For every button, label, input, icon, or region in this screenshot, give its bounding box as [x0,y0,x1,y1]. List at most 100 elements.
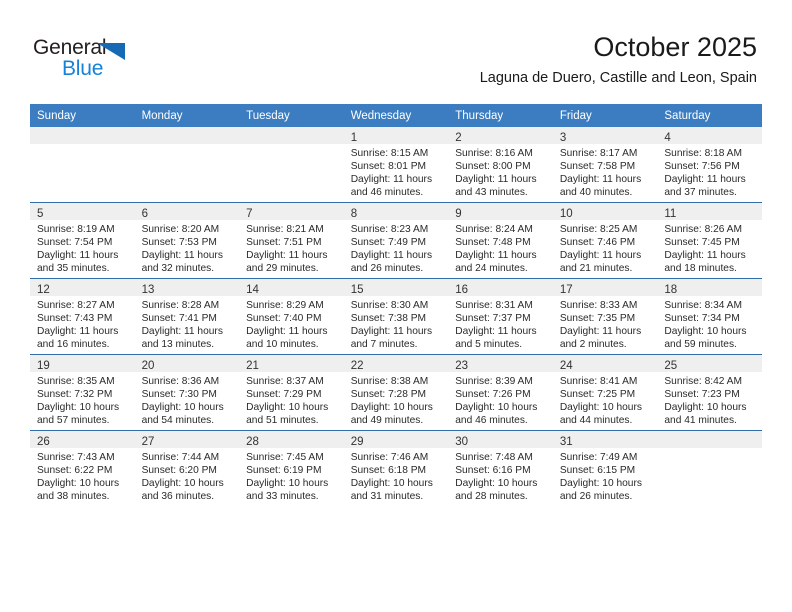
daylight-text-line2: and 54 minutes. [141,414,215,426]
sunrise-text: Sunrise: 8:29 AM [246,300,324,311]
calendar-day-cell[interactable]: 21 Sunrise: 8:37 AM Sunset: 7:29 PM Dayligh… [239,354,344,431]
day-number-band: 27 [134,431,240,448]
page-title: October 2025 [593,32,757,62]
calendar-day-cell-empty [657,430,762,506]
calendar-day-cell[interactable]: 10 Sunrise: 8:25 AM Sunset: 7:46 PM Dayligh… [552,202,658,279]
calendar-day-cell[interactable]: 31 Sunrise: 7:49 AM Sunset: 6:15 PM Dayligh… [552,430,658,506]
day-details: Sunrise: 8:19 AM Sunset: 7:54 PM Daylight:… [30,220,135,276]
day-number-band: 23 [448,355,553,372]
weekday-header-saturday: Saturday [657,104,762,127]
day-details: Sunrise: 8:21 AM Sunset: 7:51 PM Daylight:… [239,220,344,276]
calendar-day-cell[interactable]: 14 Sunrise: 8:29 AM Sunset: 7:40 PM Dayligh… [239,278,344,355]
calendar-day-cell[interactable]: 27 Sunrise: 7:44 AM Sunset: 6:20 PM Dayligh… [134,430,240,506]
calendar-day-cell[interactable]: 5 Sunrise: 8:19 AM Sunset: 7:54 PM Daylight… [30,202,135,279]
sunrise-text: Sunrise: 7:49 AM [559,452,638,463]
daylight-text-line2: and 28 minutes. [455,490,528,502]
calendar-day-cell[interactable]: 11 Sunrise: 8:26 AM Sunset: 7:45 PM Dayligh… [657,202,762,279]
calendar-day-cell[interactable]: 18 Sunrise: 8:34 AM Sunset: 7:34 PM Dayligh… [657,278,762,355]
daylight-text-line1: Daylight: 10 hours [37,401,120,413]
calendar-day-cell[interactable]: 6 Sunrise: 8:20 AM Sunset: 7:53 PM Daylight… [134,202,240,279]
calendar-day-cell[interactable]: 29 Sunrise: 7:46 AM Sunset: 6:18 PM Dayligh… [343,430,449,506]
sunrise-text: Sunrise: 8:36 AM [141,376,220,387]
day-details: Sunrise: 8:27 AM Sunset: 7:43 PM Daylight:… [30,296,135,352]
calendar-day-cell[interactable]: 2 Sunrise: 8:16 AM Sunset: 8:00 PM Daylight… [448,127,553,203]
daylight-text-line1: Daylight: 11 hours [664,249,746,261]
daylight-text-line1: Daylight: 11 hours [246,325,328,337]
daylight-text-line2: and 5 minutes. [455,338,523,350]
weekday-header-thursday: Thursday [448,104,553,127]
calendar-day-cell[interactable]: 24 Sunrise: 8:41 AM Sunset: 7:25 PM Dayligh… [552,354,658,431]
calendar-day-cell[interactable]: 8 Sunrise: 8:23 AM Sunset: 7:49 PM Daylight… [343,202,449,279]
day-number-band: 22 [343,355,449,372]
calendar-day-cell[interactable]: 3 Sunrise: 8:17 AM Sunset: 7:58 PM Daylight… [552,127,658,203]
daylight-text-line2: and 59 minutes. [664,338,737,350]
day-details: Sunrise: 8:24 AM Sunset: 7:48 PM Daylight:… [448,220,553,276]
day-number-band: 16 [448,279,553,296]
sunset-text: Sunset: 7:29 PM [246,388,322,400]
day-number-band: 3 [552,127,658,144]
day-number-band: 25 [657,355,762,372]
day-details: Sunrise: 7:45 AM Sunset: 6:19 PM Daylight:… [239,448,344,504]
day-number: 8 [350,208,358,220]
day-number-band: 26 [30,431,135,448]
day-number: 31 [559,436,573,448]
calendar-week-row: 19 Sunrise: 8:35 AM Sunset: 7:32 PM Dayligh… [30,354,762,431]
sunset-text: Sunset: 7:28 PM [350,388,427,400]
calendar-day-cell[interactable]: 17 Sunrise: 8:33 AM Sunset: 7:35 PM Dayligh… [552,278,658,355]
day-number: 27 [141,436,155,448]
sunrise-text: Sunrise: 8:27 AM [37,300,115,311]
day-details: Sunrise: 8:23 AM Sunset: 7:49 PM Daylight:… [344,220,449,276]
day-details: Sunrise: 8:18 AM Sunset: 7:56 PM Daylight:… [657,144,762,200]
daylight-text-line1: Daylight: 10 hours [455,401,538,413]
calendar-day-cell[interactable]: 12 Sunrise: 8:27 AM Sunset: 7:43 PM Dayligh… [30,278,135,355]
calendar-day-cell[interactable]: 15 Sunrise: 8:30 AM Sunset: 7:38 PM Dayligh… [343,278,449,355]
daylight-text-line1: Daylight: 10 hours [246,401,329,413]
calendar-week-row: 12 Sunrise: 8:27 AM Sunset: 7:43 PM Dayligh… [30,278,762,355]
day-number: 28 [246,436,259,448]
daylight-text-line1: Daylight: 11 hours [455,325,537,337]
daylight-text-line2: and 26 minutes. [350,262,424,274]
sunset-text: Sunset: 7:43 PM [37,312,113,324]
day-number-band [134,127,240,144]
daylight-text-line2: and 36 minutes. [141,490,215,502]
weekday-header-row: Sunday Monday Tuesday Wednesday Thursday… [30,104,762,127]
weekday-header-sunday: Sunday [30,104,135,127]
calendar-day-cell[interactable]: 16 Sunrise: 8:31 AM Sunset: 7:37 PM Dayligh… [448,278,553,355]
daylight-text-line1: Daylight: 11 hours [664,173,746,185]
calendar-day-cell[interactable]: 4 Sunrise: 8:18 AM Sunset: 7:56 PM Daylight… [657,127,762,203]
calendar-day-cell[interactable]: 20 Sunrise: 8:36 AM Sunset: 7:30 PM Dayligh… [134,354,240,431]
daylight-text-line1: Daylight: 10 hours [350,401,433,413]
calendar-week-row: 1 Sunrise: 8:15 AM Sunset: 8:01 PM Daylight… [30,127,762,203]
day-number-band: 2 [448,127,553,144]
calendar-day-cell[interactable]: 22 Sunrise: 8:38 AM Sunset: 7:28 PM Dayligh… [343,354,449,431]
calendar-day-cell[interactable]: 26 Sunrise: 7:43 AM Sunset: 6:22 PM Dayligh… [30,430,135,506]
sunrise-text: Sunrise: 8:42 AM [664,376,742,387]
sunrise-text: Sunrise: 8:23 AM [350,224,429,235]
calendar-day-cell[interactable]: 9 Sunrise: 8:24 AM Sunset: 7:48 PM Daylight… [448,202,553,279]
sunrise-text: Sunrise: 8:39 AM [455,376,533,387]
sunset-text: Sunset: 6:16 PM [455,464,531,476]
calendar-day-cell[interactable]: 25 Sunrise: 8:42 AM Sunset: 7:23 PM Dayligh… [657,354,762,431]
sunrise-text: Sunrise: 7:45 AM [246,452,324,463]
sunrise-text: Sunrise: 8:30 AM [350,300,429,311]
calendar-day-cell[interactable]: 28 Sunrise: 7:45 AM Sunset: 6:19 PM Dayligh… [239,430,344,506]
sunrise-text: Sunrise: 8:20 AM [141,224,220,235]
calendar-day-cell[interactable]: 23 Sunrise: 8:39 AM Sunset: 7:26 PM Dayligh… [448,354,553,431]
calendar-day-cell[interactable]: 7 Sunrise: 8:21 AM Sunset: 7:51 PM Daylight… [239,202,344,279]
calendar-week-row: 26 Sunrise: 7:43 AM Sunset: 6:22 PM Dayligh… [30,430,762,506]
daylight-text-line2: and 29 minutes. [246,262,319,274]
calendar-day-cell[interactable]: 30 Sunrise: 7:48 AM Sunset: 6:16 PM Dayligh… [448,430,553,506]
daylight-text-line1: Daylight: 11 hours [246,249,328,261]
calendar-day-cell[interactable]: 19 Sunrise: 8:35 AM Sunset: 7:32 PM Dayligh… [30,354,135,431]
sunrise-text: Sunrise: 8:24 AM [455,224,533,235]
daylight-text-line1: Daylight: 10 hours [664,325,747,337]
sunrise-text: Sunrise: 8:38 AM [350,376,429,387]
sunset-text: Sunset: 7:32 PM [37,388,113,400]
calendar-day-cell[interactable]: 1 Sunrise: 8:15 AM Sunset: 8:01 PM Daylight… [343,127,449,203]
sunset-text: Sunset: 7:58 PM [559,160,636,172]
calendar-day-cell[interactable]: 13 Sunrise: 8:28 AM Sunset: 7:41 PM Dayligh… [134,278,240,355]
day-number: 11 [664,208,677,220]
sunset-text: Sunset: 7:49 PM [350,236,427,248]
day-number: 24 [559,360,573,372]
day-number-band: 28 [239,431,344,448]
